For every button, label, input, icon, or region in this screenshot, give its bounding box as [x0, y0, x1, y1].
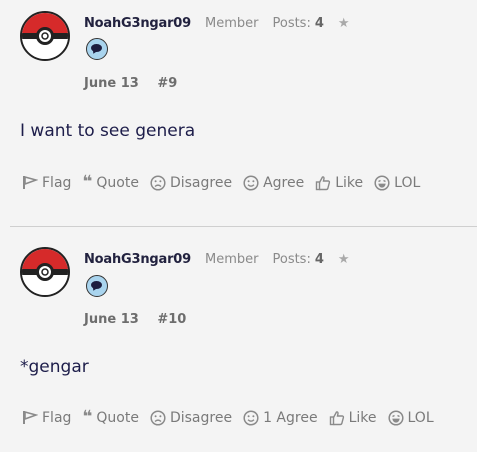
flag-button[interactable]: Flag [22, 410, 71, 426]
like-button[interactable]: Like [329, 410, 377, 426]
laugh-icon [387, 409, 404, 426]
lol-button[interactable]: LOL [374, 175, 420, 191]
posts-label: Posts: [272, 252, 311, 267]
pokeball-icon [22, 13, 68, 59]
thumbs-up-icon [315, 175, 331, 191]
speech-bubble-icon [86, 38, 108, 60]
thumbs-up-icon [329, 410, 345, 426]
speech-bubble-icon [86, 275, 108, 297]
like-label: Like [335, 174, 364, 191]
smile-icon [243, 174, 259, 191]
post-permalink[interactable]: #10 [157, 312, 186, 327]
star-icon: ★ [337, 16, 350, 31]
agree-button[interactable]: Agree [243, 175, 304, 191]
disagree-label: Disagree [169, 409, 233, 426]
frown-icon [150, 174, 166, 191]
post: NoahG3ngar09 Member Posts: 4 ★ June 13 #… [0, 227, 477, 452]
smile-icon [243, 409, 259, 426]
like-button[interactable]: Like [315, 175, 363, 191]
quote-label: Quote [96, 409, 139, 426]
username-link[interactable]: NoahG3ngar09 [84, 252, 191, 267]
post-meta: NoahG3ngar09 Member Posts: 4 ★ [84, 252, 350, 267]
post-date[interactable]: June 13 [84, 76, 139, 91]
lol-label: LOL [394, 174, 421, 191]
post-actions: Flag ❝ Quote Disagree 1 Agree Like LOL [22, 409, 445, 426]
post-date[interactable]: June 13 [84, 312, 139, 327]
posts-count: 4 [314, 16, 324, 31]
posts-count: 4 [314, 252, 324, 267]
agree-button[interactable]: 1 Agree [243, 410, 318, 426]
post-date-line: June 13 #9 [84, 76, 177, 91]
agree-label: 1 Agree [263, 409, 318, 426]
agree-label: Agree [263, 174, 305, 191]
post: NoahG3ngar09 Member Posts: 4 ★ June 13 #… [0, 0, 477, 226]
post-date-line: June 13 #10 [84, 312, 186, 327]
post-meta: NoahG3ngar09 Member Posts: 4 ★ [84, 16, 350, 31]
quote-button[interactable]: ❝ Quote [82, 174, 139, 191]
quote-icon: ❝ [82, 172, 93, 192]
quote-icon: ❝ [82, 407, 93, 427]
username-link[interactable]: NoahG3ngar09 [84, 16, 191, 31]
disagree-label: Disagree [169, 174, 233, 191]
quote-button[interactable]: ❝ Quote [82, 409, 139, 426]
post-permalink[interactable]: #9 [157, 76, 177, 91]
posts-label: Posts: [272, 16, 311, 31]
post-actions: Flag ❝ Quote Disagree Agree Like LOL [22, 174, 431, 191]
pokeball-avatar[interactable] [20, 11, 70, 61]
quote-label: Quote [96, 174, 139, 191]
flag-icon [22, 410, 38, 425]
flag-button[interactable]: Flag [22, 175, 71, 191]
star-icon: ★ [337, 252, 350, 267]
post-content: *gengar [20, 357, 89, 377]
lol-label: LOL [407, 409, 434, 426]
post-content: I want to see genera [20, 121, 196, 141]
laugh-icon [374, 174, 390, 191]
flag-label: Flag [42, 174, 72, 191]
pokeball-avatar[interactable] [20, 247, 70, 297]
frown-icon [150, 409, 166, 426]
lol-button[interactable]: LOL [387, 409, 434, 426]
like-label: Like [348, 409, 377, 426]
disagree-button[interactable]: Disagree [150, 410, 232, 426]
flag-icon [22, 175, 38, 190]
user-role: Member [205, 16, 259, 31]
pokeball-icon [22, 249, 68, 295]
user-role: Member [205, 252, 259, 267]
flag-label: Flag [42, 409, 72, 426]
disagree-button[interactable]: Disagree [150, 175, 232, 191]
